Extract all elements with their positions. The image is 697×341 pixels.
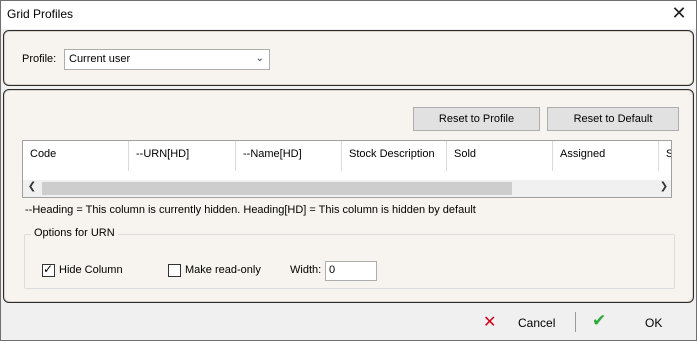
ok-check-icon[interactable]: ✔ xyxy=(592,311,606,331)
checkmark-icon: ✓ xyxy=(43,262,54,276)
profile-label: Profile: xyxy=(22,53,57,65)
read-only-checkbox[interactable] xyxy=(168,264,181,277)
hidden-columns-note: --Heading = This column is currently hid… xyxy=(25,204,476,216)
hide-column-checkbox[interactable]: ✓ xyxy=(42,262,55,277)
ok-button[interactable]: OK xyxy=(645,316,662,330)
column-header[interactable]: S xyxy=(659,141,671,171)
reset-to-profile-button[interactable]: Reset to Profile xyxy=(413,107,540,131)
hide-column-label[interactable]: Hide Column xyxy=(59,264,123,276)
cancel-x-icon[interactable]: ✕ xyxy=(483,312,496,331)
close-icon[interactable]: ✕ xyxy=(668,4,690,26)
column-header[interactable]: Assigned xyxy=(553,141,659,171)
grid-profiles-dialog: Grid Profiles ✕ Profile: Current user ⌄ … xyxy=(0,0,697,341)
column-grid[interactable]: Code --URN[HD] --Name[HD] Stock Descript… xyxy=(22,140,672,198)
scrollbar-thumb[interactable] xyxy=(42,182,512,195)
scroll-left-icon[interactable]: ❮ xyxy=(24,181,40,196)
width-label: Width: xyxy=(290,264,322,276)
options-legend: Options for URN xyxy=(31,227,118,239)
window-title: Grid Profiles xyxy=(7,7,74,21)
footer-separator xyxy=(575,312,576,332)
chevron-down-icon: ⌄ xyxy=(255,53,264,64)
dialog-footer: ✕ Cancel ✔ OK xyxy=(1,306,696,340)
column-header[interactable]: Sold xyxy=(447,141,553,171)
scroll-right-icon[interactable]: ❯ xyxy=(656,181,671,196)
column-header[interactable]: --URN[HD] xyxy=(129,141,236,171)
profile-select[interactable]: Current user ⌄ xyxy=(64,49,270,70)
horizontal-scrollbar[interactable]: ❮ ❯ xyxy=(23,180,671,197)
title-bar: Grid Profiles ✕ xyxy=(1,1,696,29)
cancel-button[interactable]: Cancel xyxy=(518,316,555,330)
reset-to-default-button[interactable]: Reset to Default xyxy=(547,107,679,131)
column-header[interactable]: --Name[HD] xyxy=(236,141,342,171)
columns-panel: Reset to Profile Reset to Default Code -… xyxy=(3,89,694,303)
options-groupbox: Options for URN ✓ Hide Column Make read-… xyxy=(24,227,675,289)
width-input[interactable]: 0 xyxy=(325,261,377,281)
column-header[interactable]: Code xyxy=(23,141,129,171)
profile-panel: Profile: Current user ⌄ xyxy=(3,30,694,86)
grid-header-row: Code --URN[HD] --Name[HD] Stock Descript… xyxy=(23,141,671,171)
column-header[interactable]: Stock Description xyxy=(342,141,447,171)
profile-select-value: Current user xyxy=(69,53,131,65)
read-only-label[interactable]: Make read-only xyxy=(185,264,261,276)
